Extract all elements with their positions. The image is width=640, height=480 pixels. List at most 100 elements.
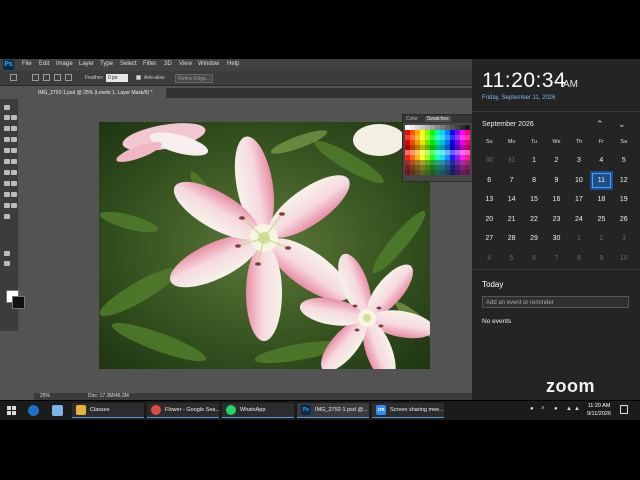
calendar-day[interactable]: 19	[613, 190, 635, 210]
taskbar-clock-time[interactable]: 11:20 AM	[583, 403, 615, 409]
gradient-icon[interactable]	[4, 170, 10, 175]
tab-color[interactable]: Color	[406, 116, 418, 122]
refine-edge-button[interactable]: Refine Edge...	[175, 74, 213, 83]
app-icon[interactable]	[52, 405, 63, 416]
chevron-up-icon[interactable]: ˄	[541, 406, 545, 412]
calendar-day[interactable]: 4	[478, 249, 500, 269]
calendar-day[interactable]: 24	[568, 210, 590, 230]
calendar-day[interactable]: 10	[568, 171, 590, 191]
windows-start-icon[interactable]	[7, 406, 16, 415]
swatch-grid[interactable]	[405, 125, 471, 175]
chevron-down-icon[interactable]: ⌄	[618, 119, 626, 130]
calendar-day[interactable]: 1	[568, 229, 590, 249]
subtract-selection-icon[interactable]	[54, 74, 61, 81]
task-classes[interactable]: Classes	[72, 403, 144, 418]
move-tool-icon[interactable]	[4, 105, 10, 110]
eyedropper-icon[interactable]	[4, 137, 10, 142]
menu-file[interactable]: File	[22, 61, 32, 67]
shape-icon[interactable]	[4, 203, 10, 208]
pen-icon[interactable]	[11, 181, 17, 186]
hand-icon[interactable]	[11, 203, 17, 208]
calendar-day[interactable]: 12	[613, 171, 635, 191]
dodge-icon[interactable]	[4, 181, 10, 186]
calendar-day[interactable]: 30	[545, 229, 567, 249]
calendar-day[interactable]: 13	[478, 190, 500, 210]
color-swatch[interactable]	[465, 170, 470, 175]
task-chrome[interactable]: Flower - Google Sea...	[147, 403, 220, 418]
brush-icon[interactable]	[4, 148, 10, 153]
task-zoom[interactable]: zm Screen sharing mee...	[372, 403, 444, 418]
calendar-day[interactable]: 7	[545, 249, 567, 269]
menu-select[interactable]: Select	[120, 61, 137, 67]
calendar-day[interactable]: 7	[500, 171, 522, 191]
zoom-tool-icon[interactable]	[4, 214, 10, 219]
type-icon[interactable]	[4, 192, 10, 197]
menu-3d[interactable]: 3D	[164, 61, 172, 67]
menu-window[interactable]: Window	[198, 61, 219, 67]
calendar-day[interactable]: 18	[590, 190, 612, 210]
menu-edit[interactable]: Edit	[39, 61, 49, 67]
calendar-day[interactable]: 10	[613, 249, 635, 269]
add-event-input[interactable]: Add an event or reminder	[482, 296, 629, 308]
volume-icon[interactable]: ▲	[574, 406, 580, 412]
calendar-day[interactable]: 30	[478, 151, 500, 171]
menu-layer[interactable]: Layer	[79, 61, 94, 67]
quick-mask-icon[interactable]	[4, 251, 10, 256]
edge-icon[interactable]	[28, 405, 39, 416]
background-color-swatch[interactable]	[12, 296, 25, 309]
calendar-month-label[interactable]: September 2026	[482, 121, 534, 128]
calendar-day[interactable]: 31	[500, 151, 522, 171]
calendar-day[interactable]: 25	[590, 210, 612, 230]
lasso-icon[interactable]	[11, 115, 17, 120]
calendar-day[interactable]: 9	[545, 171, 567, 191]
microphone-icon[interactable]: ●	[554, 406, 558, 412]
menu-type[interactable]: Type	[100, 61, 113, 67]
calendar-day[interactable]: 3	[613, 229, 635, 249]
calendar-day[interactable]: 28	[500, 229, 522, 249]
wifi-icon[interactable]: ▲	[566, 406, 572, 412]
calendar-day[interactable]: 22	[523, 210, 545, 230]
intersect-selection-icon[interactable]	[65, 74, 72, 81]
blur-icon[interactable]	[11, 170, 17, 175]
calendar-day[interactable]: 5	[613, 151, 635, 171]
add-selection-icon[interactable]	[43, 74, 50, 81]
antialias-checkbox[interactable]	[136, 75, 141, 80]
feather-input[interactable]: 0 px	[106, 74, 128, 82]
calendar-day[interactable]: 20	[478, 210, 500, 230]
document-canvas[interactable]	[99, 122, 430, 369]
marquee-icon[interactable]	[4, 115, 10, 120]
eraser-icon[interactable]	[11, 159, 17, 164]
calendar-day[interactable]: 6	[478, 171, 500, 191]
screen-mode-icon[interactable]	[4, 261, 10, 266]
calendar-day[interactable]: 16	[545, 190, 567, 210]
calendar-day[interactable]: 11	[590, 170, 613, 190]
calendar-day[interactable]: 17	[568, 190, 590, 210]
task-whatsapp[interactable]: WhatsApp	[222, 403, 294, 418]
heal-icon[interactable]	[11, 137, 17, 142]
stamp-icon[interactable]	[11, 148, 17, 153]
calendar-day[interactable]: 9	[590, 249, 612, 269]
calendar-day[interactable]: 2	[545, 151, 567, 171]
task-photoshop[interactable]: Ps IMG_2792-1.psd @...	[297, 403, 369, 418]
calendar-day[interactable]: 3	[568, 151, 590, 171]
calendar-day[interactable]: 4	[590, 151, 612, 171]
calendar-day[interactable]: 8	[523, 171, 545, 191]
document-tab[interactable]: IMG_2792-1.psd @ 25% (Levels 1, Layer Ma…	[34, 88, 166, 98]
chevron-up-icon[interactable]: ⌃	[596, 119, 604, 130]
calendar-day[interactable]: 1	[523, 151, 545, 171]
path-select-icon[interactable]	[11, 192, 17, 197]
calendar-day[interactable]: 23	[545, 210, 567, 230]
calendar-day[interactable]: 5	[500, 249, 522, 269]
menu-filter[interactable]: Filter	[143, 61, 156, 67]
menu-help[interactable]: Help	[227, 61, 239, 67]
quick-select-icon[interactable]	[4, 126, 10, 131]
calendar-day[interactable]: 26	[613, 210, 635, 230]
person-icon[interactable]: ●	[530, 406, 534, 412]
zoom-level[interactable]: 25%	[40, 393, 50, 400]
history-brush-icon[interactable]	[4, 159, 10, 164]
calendar-day[interactable]: 8	[568, 249, 590, 269]
taskbar-clock-date[interactable]: 9/11/2026	[583, 411, 615, 417]
calendar-day[interactable]: 14	[500, 190, 522, 210]
marquee-tool-icon[interactable]	[10, 74, 17, 81]
calendar-day[interactable]: 6	[523, 249, 545, 269]
